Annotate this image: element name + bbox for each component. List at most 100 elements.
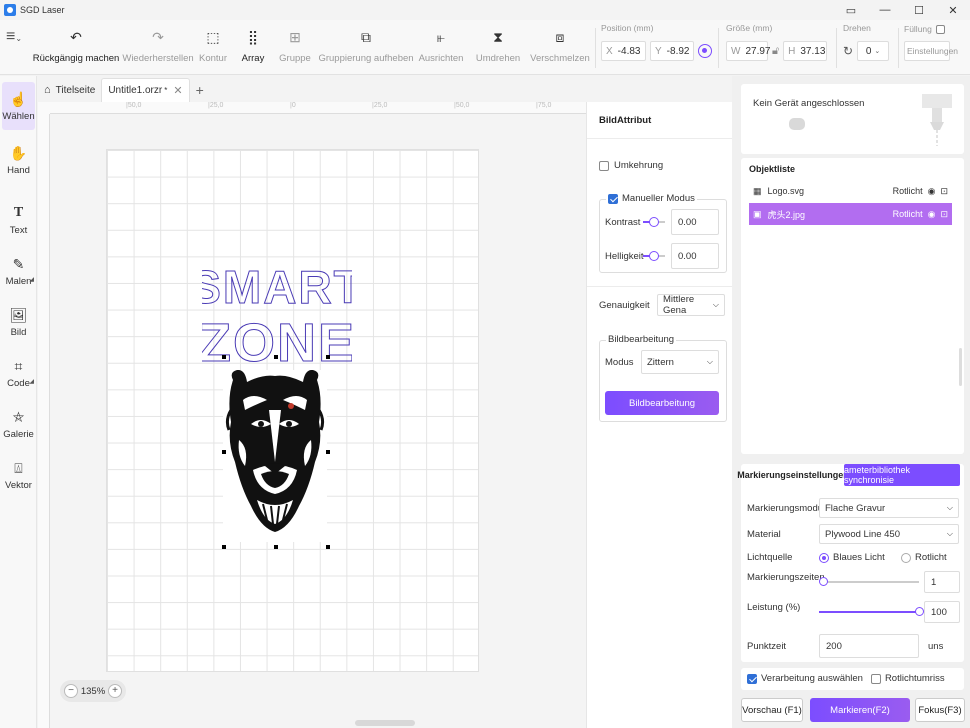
toolbar-divider [898, 28, 899, 68]
processing-options-row: Verarbeitung auswählen Rotlichtumriss [747, 673, 945, 684]
manual-mode-legend[interactable]: Manueller Modus [606, 193, 697, 204]
ungroup-icon: ⧉ [361, 29, 371, 45]
tiger-image[interactable] [223, 370, 327, 542]
add-tab-icon[interactable]: + [196, 78, 204, 102]
group-icon: ⊞ [289, 29, 301, 45]
tab-marking-settings[interactable]: Markierungseinstellungen [737, 464, 849, 486]
material-select[interactable]: Plywood Line 450 ⌵ [819, 524, 959, 544]
zoom-control: − 135% + [60, 680, 126, 702]
object-row[interactable]: ▦ Logo.svg Rotlicht ◉ ⊡ [749, 180, 952, 202]
manual-mode-checkbox[interactable] [608, 193, 618, 204]
visibility-icon[interactable]: ◉ [928, 186, 936, 197]
merge-button[interactable]: ⧈ Verschmelzen [530, 20, 590, 75]
power-input[interactable]: 100 [924, 601, 960, 623]
flip-icon: ⧗ [493, 29, 503, 45]
contour-button[interactable]: ⬚ Kontur [198, 20, 228, 75]
fill-checkbox[interactable] [935, 24, 945, 34]
dot-time-input[interactable]: 200 [819, 634, 919, 658]
mark-button[interactable]: Markieren(F2) [810, 698, 910, 722]
tool-hand[interactable]: ✋ Hand [2, 136, 35, 184]
center-target-icon[interactable] [698, 44, 712, 58]
invert-checkbox[interactable] [599, 160, 609, 171]
tab-document[interactable]: Untitle1.orzr * ✕ [101, 78, 190, 102]
undo-button[interactable]: ↶ Rückgängig machen [33, 20, 120, 75]
marking-mode-select[interactable]: Flache Gravur ⌵ [819, 498, 959, 518]
brightness-slider[interactable] [643, 251, 665, 261]
brightness-input[interactable]: 0.00 [671, 243, 719, 269]
flip-button[interactable]: ⧗ Umdrehen [476, 20, 520, 75]
redo-button[interactable]: ↷ Wiederherstellen [122, 20, 193, 75]
resize-handle[interactable] [222, 545, 226, 549]
tool-gallery[interactable]: ⛤ Galerie [2, 400, 35, 448]
rotate-icon[interactable]: ↻ [843, 44, 853, 58]
ungroup-button[interactable]: ⧉ Gruppierung aufheben [318, 20, 413, 75]
contrast-slider[interactable] [643, 217, 665, 227]
array-button[interactable]: ⣿ Array [240, 20, 266, 75]
smart-zone-logo[interactable]: SMART ZONE [202, 258, 352, 369]
tab-home[interactable]: ⌂ Titelseite [38, 78, 101, 102]
focus-button[interactable]: Fokus(F3) [915, 698, 965, 722]
aspect-lock-icon[interactable]: 🔓︎ [772, 45, 779, 58]
lock-icon[interactable]: ⊡ [940, 186, 948, 197]
resize-handle[interactable] [274, 355, 278, 359]
lock-icon[interactable]: ⊡ [940, 209, 948, 220]
preview-button[interactable]: Vorschau (F1) [741, 698, 803, 722]
settings-button[interactable]: Einstellungen [904, 41, 958, 61]
tab-parameter-library[interactable]: ameterbibliothek synchronisie [844, 464, 960, 486]
mode-select[interactable]: Zittern ⌵ [641, 350, 719, 374]
minimize-icon[interactable]: — [868, 0, 902, 20]
zoom-out-button[interactable]: − [64, 684, 78, 698]
slider-knob[interactable] [915, 607, 924, 616]
resize-handle[interactable] [326, 355, 330, 359]
invert-option[interactable]: Umkehrung [599, 160, 663, 171]
marking-times-slider[interactable] [819, 577, 919, 586]
tool-vector[interactable]: ⍍ Vektor [2, 451, 35, 499]
process-selected-checkbox[interactable] [747, 673, 757, 684]
rotate-field[interactable]: 0 ⌄ [857, 41, 890, 61]
y-position-field[interactable]: Y -8.92 [650, 41, 694, 61]
red-light-radio[interactable] [901, 552, 911, 563]
tool-code[interactable]: ⌗ Code ◢ [2, 349, 35, 397]
resize-handle[interactable] [222, 355, 226, 359]
hamburger-menu-icon[interactable]: ≡⌄ [6, 28, 22, 46]
power-slider[interactable] [819, 607, 924, 616]
undo-icon: ↶ [70, 29, 82, 45]
resize-handle[interactable] [326, 450, 330, 454]
accuracy-select[interactable]: Mittlere Gena ⌵ [657, 294, 725, 316]
group-button[interactable]: ⊞ Gruppe [279, 20, 311, 75]
resize-handle[interactable] [222, 450, 226, 454]
height-field[interactable]: H 37.13 [783, 41, 828, 61]
gallery-icon: ⛤ [12, 408, 25, 425]
tool-paint[interactable]: ✎ Malen ◢ [2, 247, 35, 295]
red-outline-checkbox[interactable] [870, 673, 881, 684]
panel-toggle-icon[interactable]: ▭ [834, 0, 868, 20]
close-tab-icon[interactable]: ✕ [173, 84, 182, 97]
scrollbar-thumb[interactable] [355, 720, 415, 726]
align-button[interactable]: ⫦ Ausrichten [419, 20, 464, 75]
object-list-scrollbar[interactable] [959, 348, 962, 386]
contrast-row: Kontrast 0.00 [605, 209, 719, 235]
marking-settings-card: Markierungseinstellungen ameterbibliothe… [737, 464, 964, 662]
tool-image[interactable]: 🖼︎ Bild [2, 298, 35, 346]
chevron-down-icon: ⌵ [706, 357, 713, 366]
object-row-selected[interactable]: ▣ 虎头2.jpg Rotlicht ◉ ⊡ [749, 203, 952, 225]
slider-knob[interactable] [819, 577, 828, 586]
maximize-icon[interactable]: ☐ [902, 0, 936, 20]
blue-light-radio[interactable] [819, 552, 829, 563]
zoom-in-button[interactable]: + [108, 684, 122, 698]
contrast-input[interactable]: 0.00 [671, 209, 719, 235]
marking-times-input[interactable]: 1 [924, 571, 960, 593]
x-position-field[interactable]: X -4.83 [601, 41, 646, 61]
close-icon[interactable]: ✕ [936, 0, 970, 20]
resize-handle[interactable] [274, 545, 278, 549]
tool-select[interactable]: ☝ Wählen [2, 82, 35, 130]
design-canvas[interactable]: |50,0 |25,0 |0 |25,0 |50,0 |75,0 SMART Z… [38, 102, 586, 728]
image-edit-button[interactable]: Bildbearbeitung [605, 391, 719, 415]
panel-title: BildAttribut [599, 115, 652, 126]
light-source-row: Lichtquelle Blaues Licht Rotlicht [747, 552, 947, 563]
horizontal-scrollbar[interactable] [50, 720, 580, 726]
visibility-icon[interactable]: ◉ [928, 209, 936, 220]
width-field[interactable]: W 27.97 [726, 41, 770, 61]
tool-text[interactable]: T Text [2, 196, 35, 244]
resize-handle[interactable] [326, 545, 330, 549]
